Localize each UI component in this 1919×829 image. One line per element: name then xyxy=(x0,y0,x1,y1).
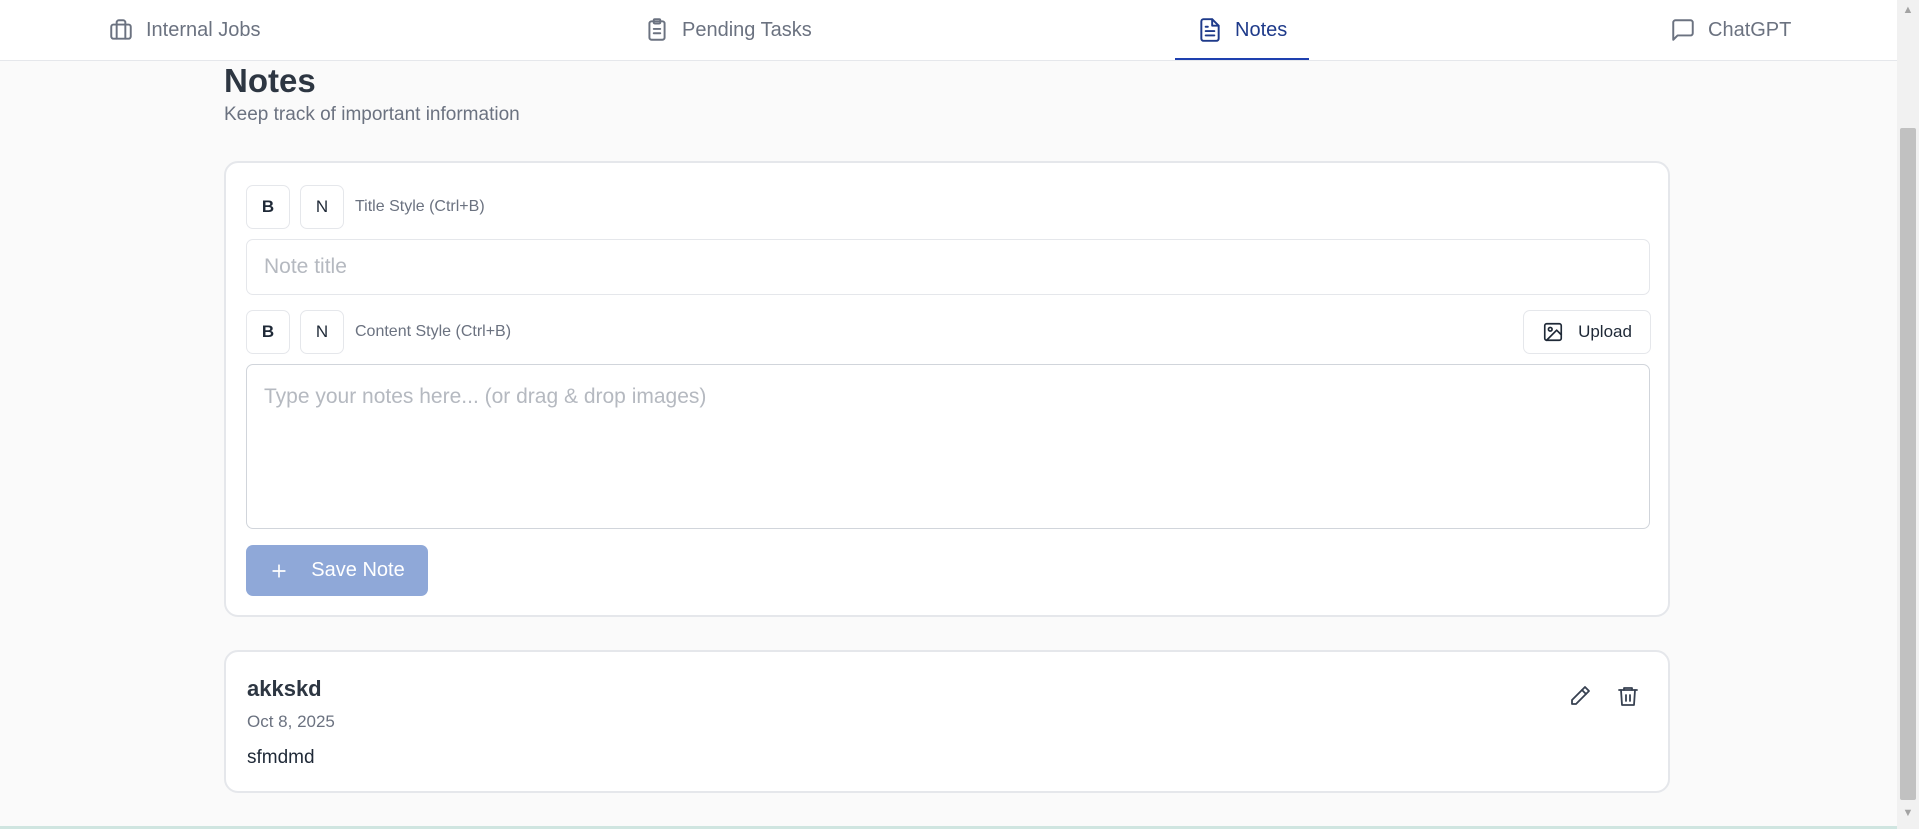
vertical-scrollbar[interactable]: ▲ ▼ xyxy=(1897,0,1919,829)
tab-pending-tasks[interactable]: Pending Tasks xyxy=(644,0,812,60)
page-title: Notes xyxy=(224,62,316,99)
message-square-icon xyxy=(1670,17,1696,43)
clipboard-list-icon xyxy=(644,17,670,43)
save-note-label: Save Note xyxy=(311,559,405,581)
title-style-hint: Title Style (Ctrl+B) xyxy=(355,198,485,215)
file-text-icon xyxy=(1197,17,1223,43)
delete-note-button[interactable] xyxy=(1614,682,1642,710)
tab-label: Pending Tasks xyxy=(682,18,812,41)
note-date: Oct 8, 2025 xyxy=(247,712,335,731)
trash-icon xyxy=(1616,684,1640,708)
plus-icon xyxy=(269,561,289,581)
image-icon xyxy=(1542,321,1564,343)
note-editor-card: B N Title Style (Ctrl+B) B N Content Sty… xyxy=(224,161,1670,617)
tab-label: Internal Jobs xyxy=(146,18,261,41)
top-nav: Internal Jobs Pending Tasks Notes ChatGP… xyxy=(0,0,1897,61)
save-note-button[interactable]: Save Note xyxy=(246,545,428,596)
scroll-down-arrow-icon[interactable]: ▼ xyxy=(1897,803,1919,823)
pencil-icon xyxy=(1568,684,1592,708)
note-title: akkskd xyxy=(247,676,322,701)
content-style-hint: Content Style (Ctrl+B) xyxy=(355,323,512,340)
app-viewport: Internal Jobs Pending Tasks Notes ChatGP… xyxy=(0,0,1919,829)
scroll-up-arrow-icon[interactable]: ▲ xyxy=(1897,0,1919,20)
note-title-input[interactable] xyxy=(246,239,1650,295)
page-subtitle: Keep track of important information xyxy=(224,104,520,125)
tab-label: ChatGPT xyxy=(1708,18,1792,41)
note-card: akkskd Oct 8, 2025 sfmdmd xyxy=(224,650,1670,793)
content-bold-button[interactable]: B xyxy=(246,310,290,354)
title-normal-button[interactable]: N xyxy=(300,185,344,229)
tab-chatgpt[interactable]: ChatGPT xyxy=(1670,0,1791,60)
upload-button[interactable]: Upload xyxy=(1523,310,1651,354)
edit-note-button[interactable] xyxy=(1566,682,1594,710)
briefcase-icon xyxy=(108,17,134,43)
note-content: sfmdmd xyxy=(247,747,315,768)
title-bold-button[interactable]: B xyxy=(246,185,290,229)
tab-notes[interactable]: Notes xyxy=(1175,0,1309,60)
scrollbar-thumb[interactable] xyxy=(1900,128,1916,800)
tab-label: Notes xyxy=(1235,18,1288,41)
active-tab-indicator xyxy=(1175,58,1309,60)
tab-internal-jobs[interactable]: Internal Jobs xyxy=(108,0,261,60)
note-content-textarea[interactable] xyxy=(246,364,1650,529)
upload-label: Upload xyxy=(1578,322,1632,341)
content-normal-button[interactable]: N xyxy=(300,310,344,354)
